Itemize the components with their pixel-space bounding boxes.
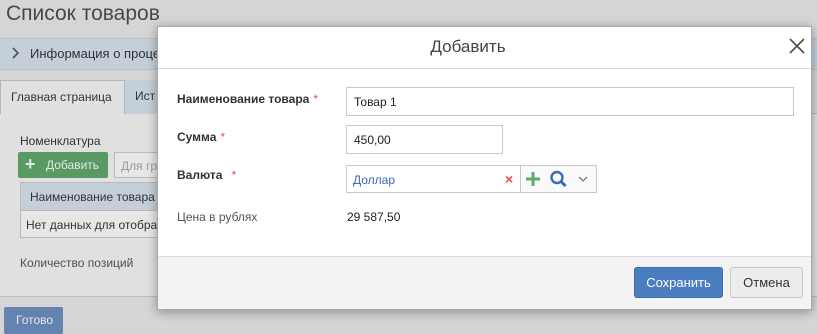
cancel-button[interactable]: Отмена: [730, 267, 803, 298]
amount-input[interactable]: [346, 125, 503, 154]
dropdown-button[interactable]: [571, 165, 597, 193]
currency-select: Доллар ×: [346, 165, 597, 193]
add-currency-button[interactable]: [521, 165, 547, 193]
amount-label: Сумма *: [177, 130, 225, 144]
add-dialog: Добавить Наименование товара* Сумма* Вал…: [157, 26, 812, 310]
price-rub-value: 29 587,50: [347, 210, 401, 224]
product-name-label-text: Наименование товара: [177, 92, 310, 106]
plus-icon: [526, 172, 540, 186]
close-icon[interactable]: [786, 35, 808, 57]
dialog-title: Добавить: [430, 37, 506, 56]
currency-field[interactable]: Доллар ×: [346, 165, 521, 193]
price-rub-label: Цена в рублях: [177, 210, 258, 224]
save-button[interactable]: Сохранить: [634, 267, 723, 298]
dialog-header: Добавить: [158, 27, 811, 69]
product-name-input[interactable]: [346, 87, 794, 116]
chevron-down-icon: [578, 176, 588, 183]
search-icon: [550, 170, 567, 188]
required-mark: *: [220, 130, 226, 144]
required-mark: *: [313, 92, 318, 106]
dialog-footer: Сохранить Отмена: [158, 256, 811, 309]
required-mark: *: [231, 168, 237, 182]
dialog-body: Наименование товара* Сумма* Валюта* Долл…: [158, 70, 811, 256]
currency-value-link[interactable]: Доллар: [353, 173, 395, 187]
currency-label: Валюта *: [177, 168, 236, 182]
product-name-label: Наименование товара *: [177, 92, 318, 106]
search-currency-button[interactable]: [546, 165, 572, 193]
amount-label-text: Сумма: [177, 130, 217, 144]
currency-label-text: Валюта: [177, 168, 223, 182]
clear-icon[interactable]: ×: [505, 171, 513, 187]
